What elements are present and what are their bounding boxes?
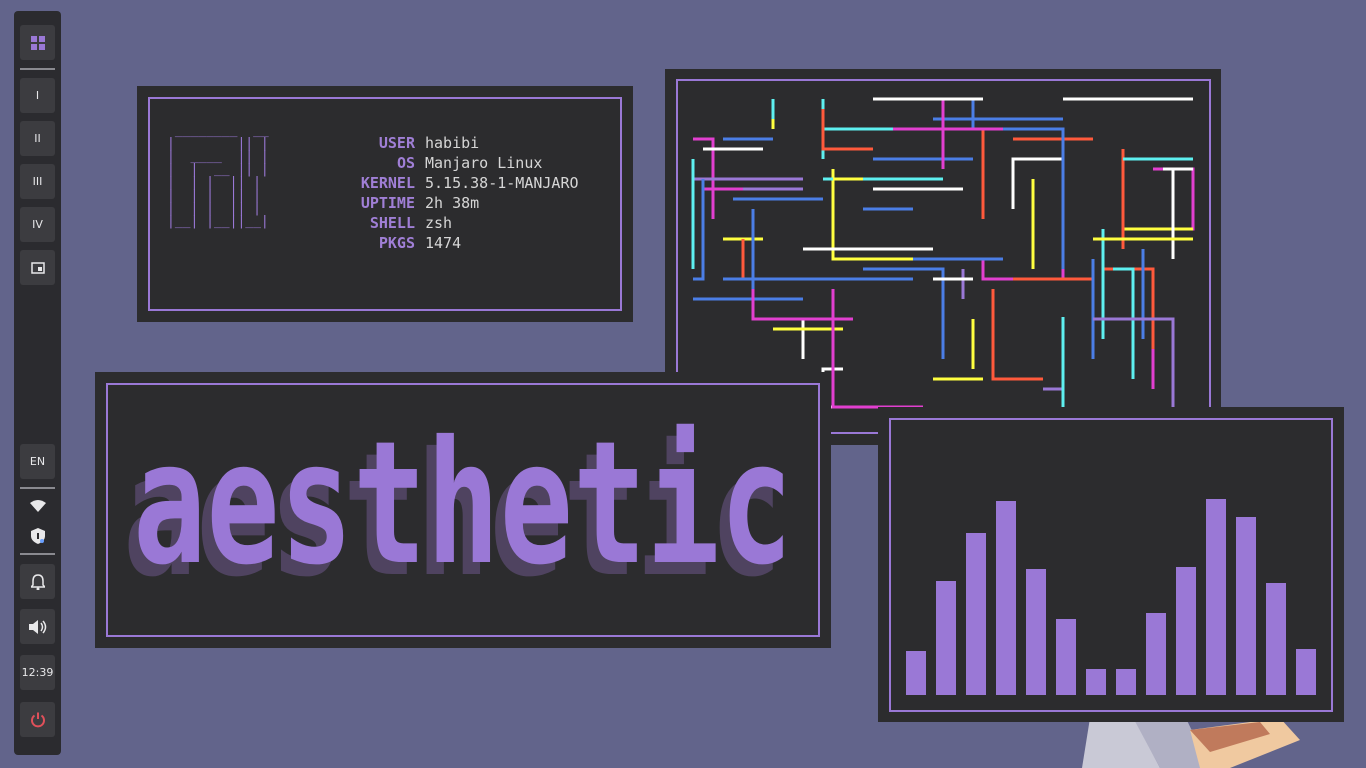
- desktop: I II III IV EN 12:39 ________ __ | || | …: [0, 0, 1366, 768]
- visualizer-bar: [1176, 567, 1196, 695]
- visualizer-bar: [936, 581, 956, 695]
- visualizer-bar: [1086, 669, 1106, 695]
- apps-grid-icon[interactable]: [20, 25, 55, 60]
- pipe-segment: [1163, 167, 1193, 259]
- sidebar-panel: I II III IV EN 12:39: [14, 11, 61, 755]
- pkgs-key: PKGS: [378, 234, 415, 252]
- shell-key: SHELL: [369, 214, 415, 232]
- keyboard-layout-button[interactable]: EN: [20, 444, 55, 479]
- shell-value: zsh: [425, 214, 453, 232]
- pipe-segment: [1011, 157, 1063, 209]
- kernel-value: 5.15.38-1-MANJARO: [425, 174, 579, 192]
- manjaro-ascii-logo: ________ __ | || | | ____ || | | | __ ||…: [167, 123, 269, 229]
- power-button[interactable]: [20, 702, 55, 737]
- visualizer-bar: [996, 501, 1016, 695]
- volume-button[interactable]: [20, 609, 55, 644]
- pkgs-value: 1474: [425, 234, 462, 252]
- audio-visualizer-window[interactable]: [878, 407, 1344, 722]
- os-key: OS: [396, 154, 415, 172]
- clock[interactable]: 12:39: [20, 655, 55, 690]
- pipe-segment: [1101, 267, 1155, 349]
- visualizer-bar: [1236, 517, 1256, 695]
- pipe-segment: [863, 267, 945, 359]
- sidebar-divider: [20, 487, 55, 489]
- fetch-info: USER habibi OS Manjaro Linux KERNEL 5.15.38…: [300, 133, 600, 263]
- workspace-button-1[interactable]: I: [20, 78, 55, 113]
- bell-icon: [30, 573, 45, 590]
- volume-icon: [28, 619, 46, 634]
- pipe-segment: [751, 289, 853, 321]
- banner-terminal-window[interactable]: aesthetic aesthetic: [95, 372, 831, 648]
- uptime-key: UPTIME: [360, 194, 415, 212]
- pipe-segment: [1113, 267, 1135, 379]
- pipe-segment: [831, 289, 923, 409]
- pipe-segment: [991, 289, 1043, 381]
- workspace-button-3[interactable]: III: [20, 164, 55, 199]
- visualizer-bar: [1206, 499, 1226, 695]
- wifi-icon[interactable]: [20, 496, 55, 516]
- kernel-key: KERNEL: [360, 174, 415, 192]
- sidebar-divider: [20, 68, 55, 70]
- notifications-button[interactable]: [20, 564, 55, 599]
- visualizer-bar: [1026, 569, 1046, 695]
- pipe-segment: [981, 229, 1065, 281]
- user-value: habibi: [425, 134, 480, 152]
- sidebar-divider: [20, 553, 55, 555]
- os-value: Manjaro Linux: [425, 154, 543, 172]
- layout-window-icon: [30, 261, 45, 274]
- visualizer-bar: [1296, 649, 1316, 695]
- visualizer-bar: [1266, 583, 1286, 695]
- visualizer-bar: [1146, 613, 1166, 695]
- power-icon: [30, 712, 45, 727]
- visualizer-bar: [966, 533, 986, 695]
- visualizer-bar: [1116, 669, 1136, 695]
- visualizer-bar: [906, 651, 926, 695]
- user-key: USER: [378, 134, 415, 152]
- uptime-value: 2h 38m: [425, 194, 480, 212]
- workspace-button-4[interactable]: IV: [20, 207, 55, 242]
- visualizer-bar: [1056, 619, 1076, 695]
- workspace-button-2[interactable]: II: [20, 121, 55, 156]
- layout-button[interactable]: [20, 250, 55, 285]
- pipe-segment: [831, 169, 913, 261]
- shield-icon[interactable]: [20, 526, 55, 546]
- pipe-segment: [1043, 329, 1065, 391]
- banner-text: aesthetic: [133, 405, 793, 603]
- banner-art: aesthetic aesthetic: [123, 405, 793, 615]
- pipe-segment: [973, 127, 1065, 269]
